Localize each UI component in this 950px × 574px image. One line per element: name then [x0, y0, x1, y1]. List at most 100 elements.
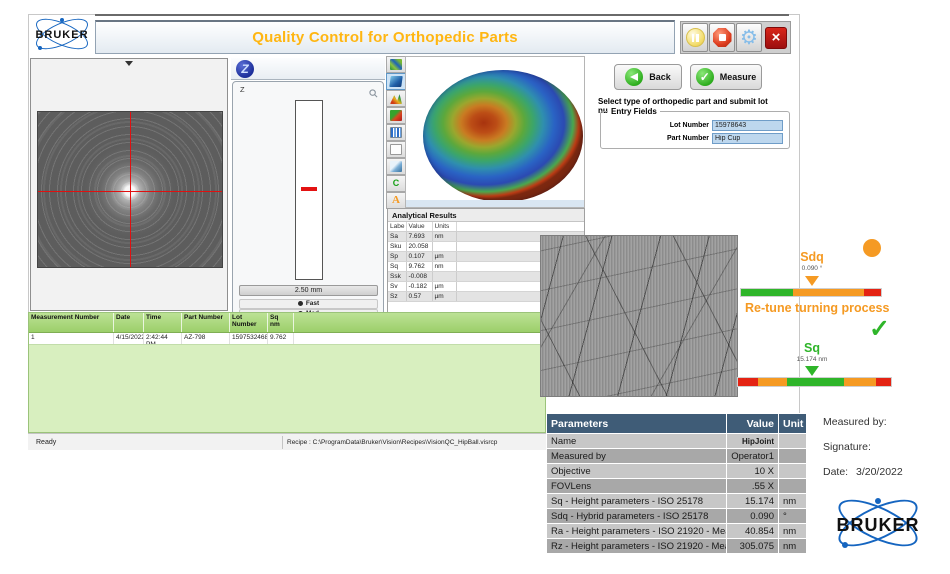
result-units: [432, 242, 456, 252]
analytical-results-title: Analytical Results: [388, 209, 584, 222]
lot-number-field[interactable]: [712, 120, 783, 131]
range-segment: [876, 378, 891, 386]
profile-3d-icon: [390, 93, 402, 104]
parameter-unit: nm: [779, 493, 807, 508]
parameter-row[interactable]: Objective 10 X: [547, 463, 807, 478]
cell-part-number: AZ-798: [182, 333, 230, 344]
range-segment: [738, 378, 758, 386]
parameter-value: 15.174: [727, 493, 779, 508]
measurement-history-table: Measurement Number Date Time Part Number…: [28, 312, 546, 433]
parameter-row[interactable]: Ra - Height parameters - ISO 21920 - Mea…: [547, 523, 807, 538]
result-label: Sq: [388, 262, 406, 272]
measure-button[interactable]: ✓ Measure: [690, 64, 762, 90]
measurement-header-row: Measurement Number Date Time Part Number…: [29, 313, 545, 333]
result-value: 9.762: [406, 262, 432, 272]
result-label: Sa: [388, 232, 406, 242]
z-slider-position[interactable]: [301, 187, 317, 191]
date-value: 3/20/2022: [856, 466, 903, 478]
z-axis-label: Z: [240, 85, 245, 94]
parameter-unit: nm: [779, 523, 807, 538]
speed-option-fast[interactable]: Fast: [239, 299, 378, 309]
magnifier-icon[interactable]: [369, 85, 378, 103]
sq-pass-check-icon: ✓: [869, 317, 890, 342]
back-arrow-icon: [625, 68, 643, 86]
pause-button[interactable]: [682, 23, 708, 52]
parameter-value: Operator1: [727, 448, 779, 463]
analytical-header-row: Labe Value Units: [388, 222, 584, 232]
annotation-button[interactable]: A: [386, 192, 406, 209]
parameter-row[interactable]: Sq - Height parameters - ISO 25178 15.17…: [547, 493, 807, 508]
part-number-field[interactable]: [712, 133, 783, 144]
heightmap-image[interactable]: [423, 70, 583, 202]
stop-icon: [713, 28, 732, 47]
range-segment: [864, 289, 881, 296]
annotation-a-icon: A: [390, 195, 402, 206]
col-measurement-number[interactable]: Measurement Number: [29, 313, 114, 332]
parameter-value: 40.854: [727, 523, 779, 538]
refresh-button[interactable]: C: [386, 175, 406, 192]
lot-number-label: Lot Number: [670, 122, 709, 129]
color-image-icon: [390, 110, 402, 121]
parameter-row[interactable]: Name HipJoint: [547, 433, 807, 448]
sdq-range-bar: [740, 288, 882, 297]
surface-texture-image[interactable]: [540, 235, 738, 397]
parameter-unit: nm: [779, 538, 807, 553]
cell-measurement-number: 1: [29, 333, 114, 344]
range-segment: [741, 289, 793, 296]
bruker-logo-top: BRUKER: [30, 18, 94, 52]
col-date[interactable]: Date: [114, 313, 144, 332]
interference-fringe-image[interactable]: [37, 111, 223, 268]
z-tab[interactable]: Z: [236, 60, 254, 78]
result-units: µm: [432, 292, 456, 302]
entry-fields-legend: Entry Fields: [608, 107, 660, 116]
parameter-value: HipJoint: [727, 433, 779, 448]
tools-button[interactable]: [386, 158, 406, 175]
col-lot-number[interactable]: Lot Number: [230, 313, 268, 332]
collapse-chevron-icon[interactable]: [125, 61, 133, 66]
report-button[interactable]: [386, 141, 406, 158]
result-value: -0.182: [406, 282, 432, 292]
cell-date: 4/15/2022: [114, 333, 144, 344]
parameter-row[interactable]: FOVLens .55 X: [547, 478, 807, 493]
stop-button[interactable]: [709, 23, 735, 52]
parameter-name: Rz - Height parameters - ISO 21920 - Mea…: [547, 538, 727, 553]
crosshair-horizontal: [38, 191, 222, 192]
bruker-logo-bottom: BRUKER: [828, 498, 928, 550]
result-value: 20.058: [406, 242, 432, 252]
sq-marker-icon: [805, 366, 819, 376]
color-image-button[interactable]: [386, 107, 406, 124]
cell-lot-number: 1597532468: [230, 333, 268, 344]
sdq-status-dot: [863, 239, 881, 257]
result-units: [432, 272, 456, 282]
parameter-unit: [779, 448, 807, 463]
parameter-row[interactable]: Rz - Height parameters - ISO 21920 - Mea…: [547, 538, 807, 553]
parameter-row[interactable]: Sdq - Hybrid parameters - ISO 25178 0.09…: [547, 508, 807, 523]
measured-by-label: Measured by:: [823, 416, 887, 428]
surface-map-button[interactable]: [386, 56, 406, 73]
result-units: µm: [432, 252, 456, 262]
histogram-icon: [390, 127, 402, 138]
parameter-unit: [779, 478, 807, 493]
surface-3d-button[interactable]: [386, 73, 406, 90]
result-label: Ssk: [388, 272, 406, 282]
cell-sq: 9.762: [268, 333, 294, 344]
col-part-number[interactable]: Part Number: [182, 313, 230, 332]
col-time[interactable]: Time: [144, 313, 182, 332]
measurement-row[interactable]: 1 4/15/2022 2:42:44 PM AZ-798 1597532468…: [29, 333, 545, 345]
parameter-value: 10 X: [727, 463, 779, 478]
radio-dot: [298, 301, 303, 306]
close-button[interactable]: ×: [763, 23, 789, 52]
parameter-row[interactable]: Measured by Operator1: [547, 448, 807, 463]
parameter-unit: [779, 463, 807, 478]
z-slider-track[interactable]: [295, 100, 323, 280]
recipe-path: Recipe : C:\ProgramData\Bruker\Vision\Re…: [283, 439, 497, 446]
window-top-edge: [95, 14, 789, 16]
histogram-button[interactable]: [386, 124, 406, 141]
back-button[interactable]: Back: [614, 64, 682, 90]
parameter-name: Measured by: [547, 448, 727, 463]
range-segment: [758, 378, 787, 386]
profile-3d-button[interactable]: [386, 90, 406, 107]
surface-map-icon: [390, 59, 402, 70]
col-sq[interactable]: Sqnm: [268, 313, 294, 332]
settings-button[interactable]: ⚙: [736, 23, 762, 52]
